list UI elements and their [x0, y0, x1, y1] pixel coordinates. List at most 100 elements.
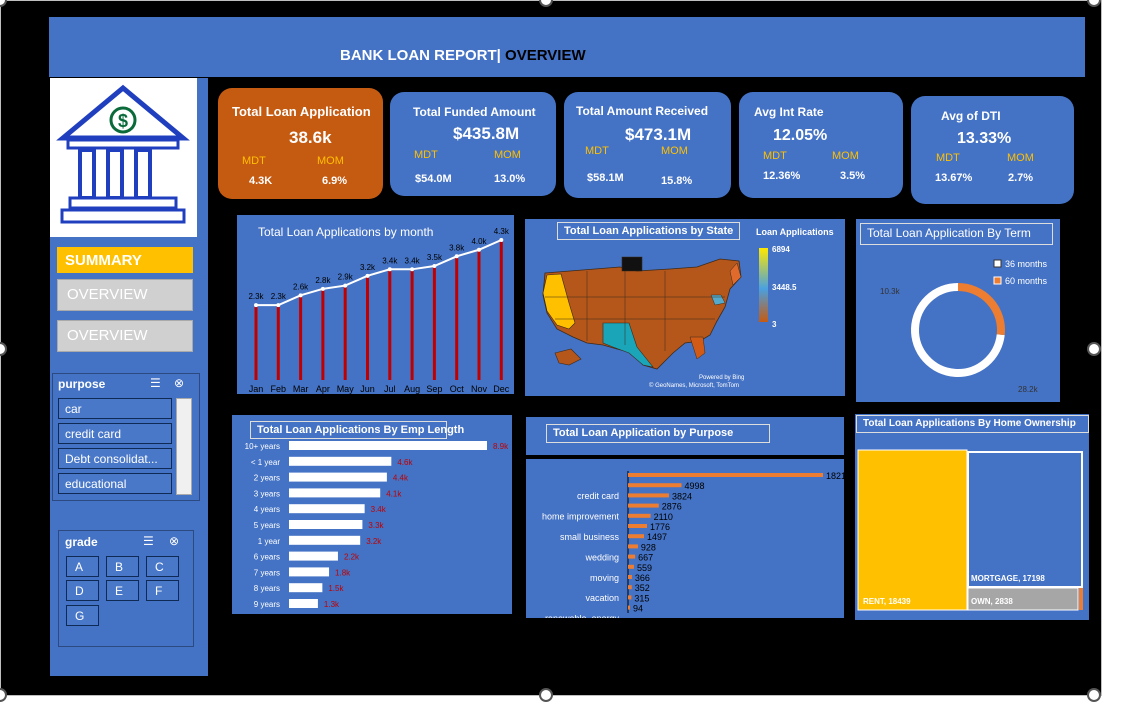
emp-bar [289, 504, 365, 514]
purpose-data-label: 667 [638, 553, 653, 563]
month-point [298, 293, 303, 298]
multi-select-icon[interactable]: ☰ [143, 534, 154, 548]
kpi-mom-value: 15.8% [661, 175, 693, 187]
month-tick-label: Aug [404, 384, 420, 394]
purpose-data-label: 559 [637, 563, 652, 573]
emp-bar [289, 599, 318, 608]
month-tick-label: Sep [426, 384, 442, 394]
emp-bar [289, 535, 361, 545]
purpose-category-label: renewable_energy [545, 614, 620, 618]
emp-category-label: 1 year [258, 537, 281, 546]
treemap-label: OWN, 2838 [971, 597, 1013, 606]
nav-overview-button-2[interactable]: OVERVIEW [57, 320, 193, 352]
purpose-bar [628, 483, 682, 488]
purpose-item[interactable]: credit card [58, 423, 172, 444]
month-point [410, 267, 415, 272]
purpose-bar [628, 554, 636, 559]
purpose-item[interactable]: educational [58, 473, 172, 494]
month-point [254, 303, 258, 308]
kpi-mom-label: MOM [661, 145, 688, 157]
grade-item-g[interactable]: G [66, 605, 99, 626]
resize-handle-bottom[interactable] [539, 688, 553, 702]
treemap-label: MORTGAGE, 17198 [971, 574, 1045, 583]
kpi-card-avg-dti: Avg of DTI 13.33% MDT MOM 13.67% 2.7% [911, 96, 1074, 204]
purpose-bar [628, 564, 634, 569]
emp-category-label: 8 years [254, 584, 280, 593]
purpose-category-label: small business [560, 532, 620, 542]
grade-item-c[interactable]: C [146, 556, 179, 577]
multi-select-icon[interactable]: ☰ [150, 376, 161, 390]
purpose-category-label: vacation [585, 593, 619, 603]
purpose-bar [628, 595, 632, 600]
resize-handle-right[interactable] [1087, 342, 1101, 356]
purpose-data-label: 4998 [685, 481, 705, 491]
month-tick-label: Feb [271, 384, 287, 394]
month-point [454, 254, 459, 259]
month-tick-label: May [337, 384, 355, 394]
kpi-title: Total Loan Application [232, 104, 371, 119]
purpose-scrollbar[interactable] [176, 398, 192, 495]
purpose-category-label: wedding [584, 552, 619, 562]
month-tick-label: Oct [450, 384, 465, 394]
kpi-mdt-label: MDT [763, 150, 787, 162]
grade-item-b[interactable]: B [106, 556, 139, 577]
purpose-chart: 18214 4998 credit card 38242876 home improve… [542, 471, 844, 618]
month-data-label: 3.5k [427, 253, 443, 262]
purpose-data-label: 928 [641, 542, 656, 552]
purpose-data-label: 1776 [650, 522, 670, 532]
purpose-bar [628, 534, 645, 539]
emp-category-label: 5 years [254, 521, 280, 530]
kpi-mom-label: MOM [494, 149, 521, 161]
purpose-bar [628, 585, 632, 590]
kpi-card-total-amount-received: Total Amount Received $473.1M MDT MOM $5… [564, 92, 731, 198]
treemap-other [1079, 588, 1083, 610]
map-legend-gradient [759, 248, 768, 322]
resize-handle-bottom-right[interactable] [1087, 688, 1101, 702]
kpi-mom-label: MOM [1007, 152, 1034, 164]
month-data-label: 2.8k [315, 276, 331, 285]
kpi-value: $473.1M [625, 125, 692, 144]
kpi-value: 12.05% [773, 127, 828, 144]
month-data-label: 3.4k [382, 256, 398, 265]
month-data-label: 3.2k [360, 263, 376, 272]
kpi-title: Avg Int Rate [754, 105, 824, 119]
clear-filter-icon[interactable]: ⊗ [174, 376, 184, 390]
purpose-chart-panel: Total Loan Application by Purpose 182144… [526, 417, 844, 618]
emp-data-label: 4.1k [386, 489, 402, 498]
month-point [276, 303, 281, 308]
nav-overview-button[interactable]: OVERVIEW [57, 279, 193, 311]
month-data-label: 2.3k [271, 292, 287, 301]
grade-item-a[interactable]: A [66, 556, 99, 577]
report-title: BANK LOAN REPORT| OVERVIEW [340, 47, 586, 64]
purpose-bar [628, 575, 632, 579]
purpose-bar [628, 605, 630, 610]
purpose-data-label: 18214 [826, 471, 844, 481]
grade-slicer-title: grade [65, 535, 98, 549]
term-data-label: 28.2k [1018, 385, 1039, 394]
purpose-item[interactable]: Debt consolidat... [58, 448, 172, 469]
purpose-item[interactable]: car [58, 398, 172, 419]
month-point [432, 264, 437, 269]
clear-filter-icon[interactable]: ⊗ [169, 534, 179, 548]
emp-category-label: < 1 year [251, 458, 280, 467]
grade-item-f[interactable]: F [146, 580, 179, 601]
grade-item-e[interactable]: E [106, 580, 139, 601]
purpose-bar [628, 513, 651, 518]
emp-category-label: 3 years [254, 489, 280, 498]
nav-summary-button[interactable]: SUMMARY [57, 247, 193, 273]
month-tick-label: Jun [360, 384, 375, 394]
emp-category-label: 7 years [254, 568, 280, 577]
emp-bar [289, 441, 487, 450]
month-point [477, 247, 481, 252]
emp-bar [289, 488, 381, 498]
purpose-data-label: 1497 [647, 532, 667, 542]
month-tick-label: Jul [384, 384, 396, 394]
emp-bar [289, 583, 323, 593]
bank-logo: $ [50, 78, 197, 237]
map-legend-min: 3 [772, 320, 777, 329]
emp-bar [289, 551, 338, 561]
grade-item-d[interactable]: D [66, 580, 99, 601]
emp-data-label: 2.2k [344, 553, 360, 562]
purpose-data-label: 2110 [654, 512, 673, 522]
term-legend-label: 60 months [1005, 276, 1048, 286]
